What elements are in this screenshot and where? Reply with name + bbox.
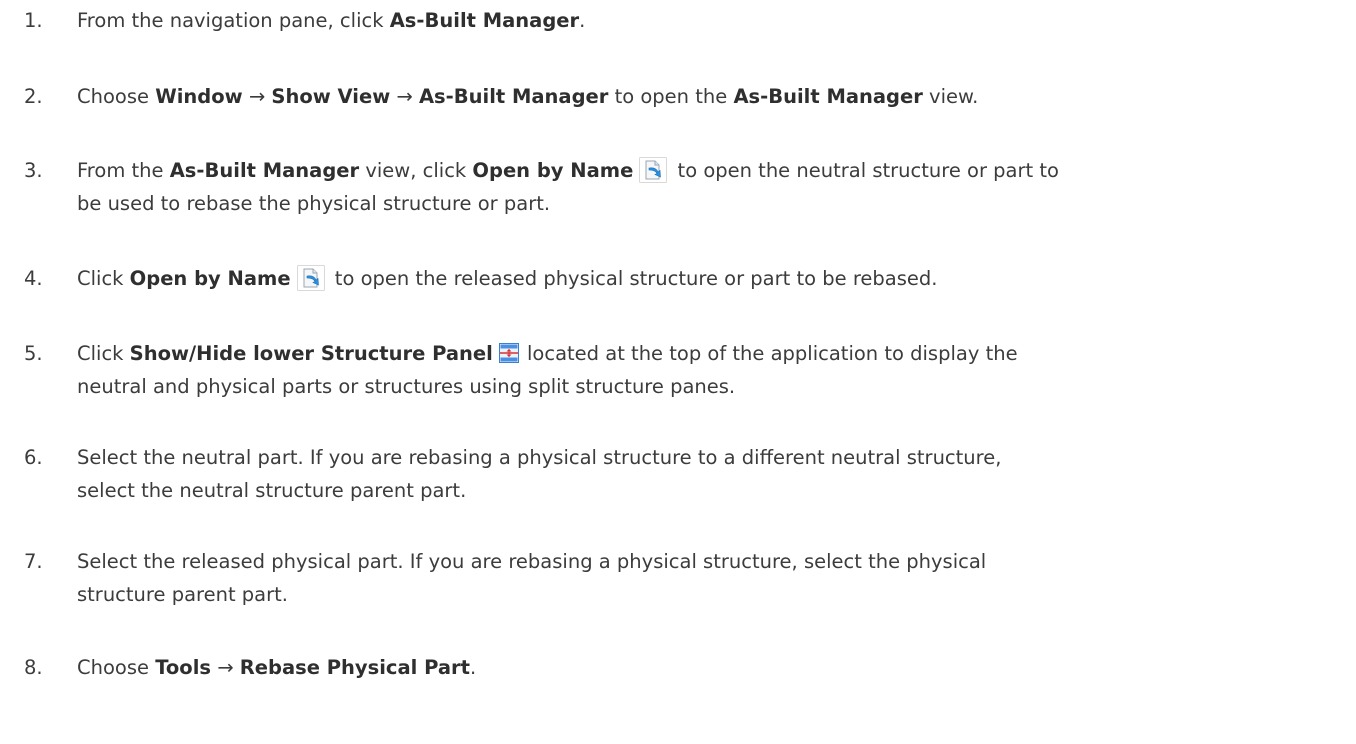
step-text: Choose Tools → Rebase Physical Part. (77, 651, 1337, 684)
step-text-part: From the navigation pane, click (77, 9, 390, 32)
step-text-line: select the neutral structure parent part… (77, 479, 467, 502)
step-number: 7. (24, 550, 43, 573)
step-text-part: From the (77, 159, 170, 182)
ui-term: Open by Name (129, 267, 291, 290)
step-text: Click Show/Hide lower Structure Panel lo… (77, 337, 1337, 403)
step-text-part: view. (922, 85, 979, 108)
step-text: Select the released physical part. If yo… (77, 545, 1337, 611)
step-text-part: Choose (77, 85, 156, 108)
open-by-name-icon (639, 157, 668, 183)
step-text-part: located at the top of the application to… (520, 342, 1018, 365)
arrow-separator: → (242, 85, 272, 108)
ui-term: As-Built Manager (733, 85, 923, 108)
step-text-line: structure parent part. (77, 583, 288, 606)
step-text: Click Open by Name to open the released … (77, 262, 1337, 295)
ui-term: Tools (155, 656, 211, 679)
step-text-line: be used to rebase the physical structure… (77, 192, 551, 215)
step-text: From the navigation pane, click As-Built… (77, 4, 1337, 37)
arrow-separator: → (211, 656, 240, 679)
step-text-part: view, click (359, 159, 473, 182)
ui-term: Rebase Physical Part (239, 656, 470, 679)
step-text-part: to open the released physical structure … (328, 267, 938, 290)
ui-term: As-Built Manager (389, 9, 580, 32)
step-number: 1. (24, 9, 43, 32)
step-text: Select the neutral part. If you are reba… (77, 441, 1337, 507)
step-number: 8. (24, 656, 43, 679)
step-text-part: to open the (608, 85, 734, 108)
ui-term: Open by Name (472, 159, 634, 182)
step-text-part: Click (77, 342, 130, 365)
step-number: 5. (24, 342, 43, 365)
ui-term: Window (155, 85, 243, 108)
step-text-part: . (579, 9, 586, 32)
ui-term: As-Built Manager (418, 85, 609, 108)
ui-term: Show View (271, 85, 391, 108)
step-text-part: . (469, 656, 477, 679)
step-number: 2. (24, 85, 43, 108)
step-text: Choose Window → Show View → As-Built Man… (77, 80, 1337, 113)
open-by-name-icon (296, 265, 325, 291)
step-text-line: Select the released physical part. If yo… (77, 550, 987, 573)
arrow-separator: → (390, 85, 419, 108)
ui-term: Show/Hide lower Structure Panel (129, 342, 493, 365)
step-number: 6. (24, 446, 43, 469)
split-panel-icon (498, 343, 519, 363)
step-text-part: Click (77, 267, 130, 290)
step-number: 3. (24, 159, 43, 182)
step-text: From the As-Built Manager view, click Op… (77, 154, 1337, 220)
step-number: 4. (24, 267, 43, 290)
step-text-part: to open the neutral structure or part to (671, 159, 1059, 182)
step-text-part: Choose (77, 656, 156, 679)
step-text-line: neutral and physical parts or structures… (77, 375, 736, 398)
step-text-line: Select the neutral part. If you are reba… (77, 446, 1002, 469)
ui-term: As-Built Manager (169, 159, 360, 182)
